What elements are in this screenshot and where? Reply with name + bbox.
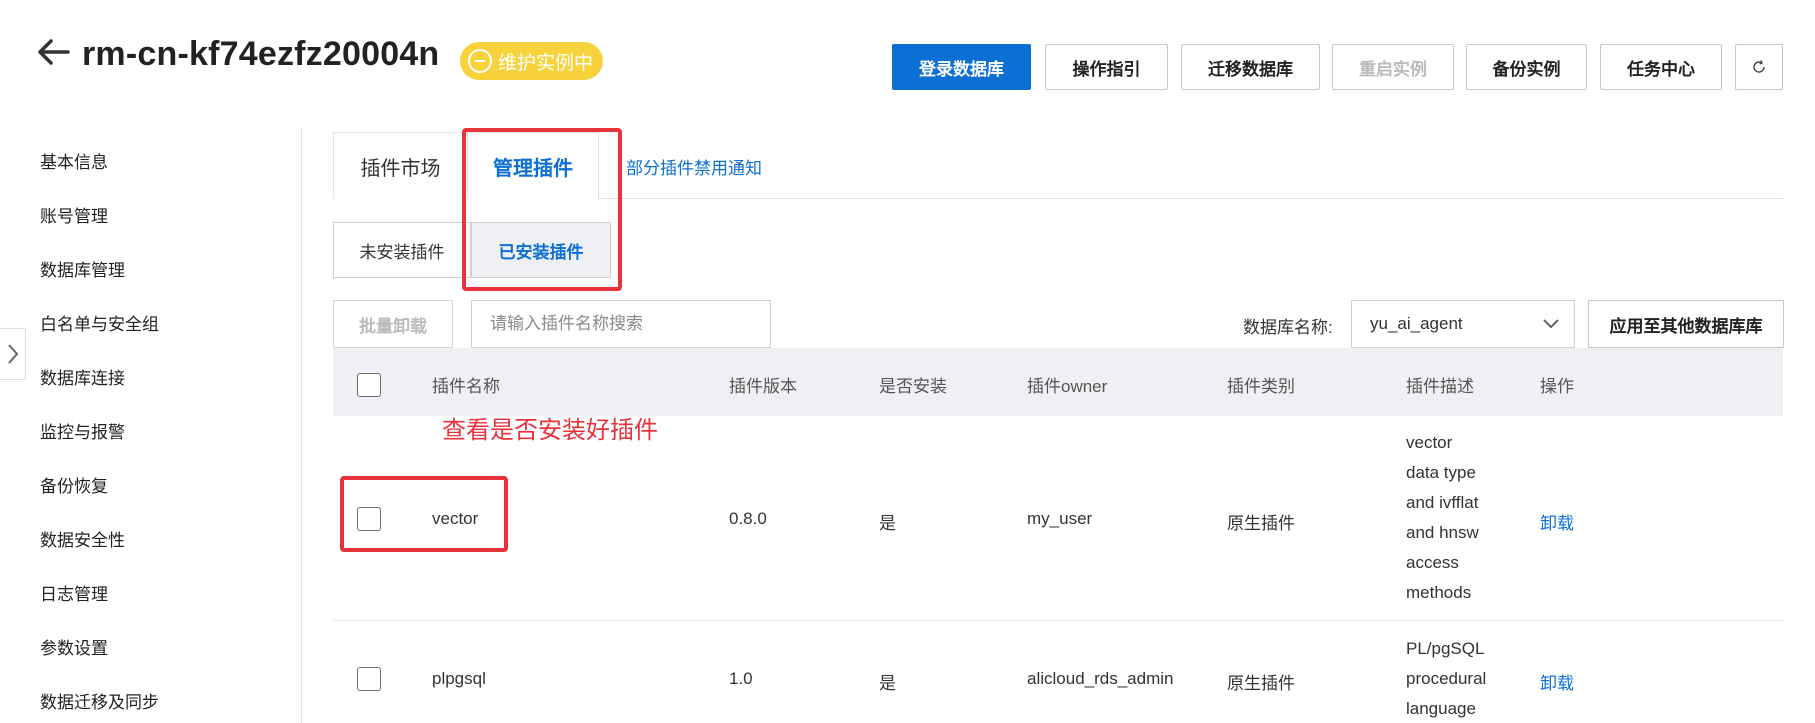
description-cell: vector data type and ivfflat and hnsw ac… (1406, 428, 1506, 608)
refresh-icon (1753, 60, 1765, 73)
migrate-db-button[interactable]: 迁移数据库 (1181, 44, 1320, 90)
db-name-label: 数据库名称: (1243, 318, 1333, 337)
batch-uninstall-button[interactable]: 批量卸载 (333, 300, 453, 348)
uninstall-link[interactable]: 卸载 (1540, 669, 1574, 694)
owner-cell: alicloud_rds_admin (1027, 669, 1174, 688)
sidebar-item-security[interactable]: 数据安全性 (40, 526, 125, 551)
header-installed: 是否安装 (879, 377, 947, 396)
header-category: 插件类别 (1227, 377, 1295, 396)
backup-instance-button[interactable]: 备份实例 (1466, 44, 1587, 90)
sidebar-divider (301, 128, 302, 723)
header-description: 插件描述 (1406, 377, 1474, 396)
minus-circle-icon (468, 49, 492, 73)
restart-instance-button[interactable]: 重启实例 (1332, 44, 1454, 90)
description-line: data type (1406, 463, 1476, 482)
description-line: PL/pgSQL (1406, 639, 1485, 658)
task-center-button[interactable]: 任务中心 (1600, 44, 1722, 90)
installed-cell: 是 (879, 514, 896, 533)
sidebar-item-connection[interactable]: 数据库连接 (40, 364, 125, 389)
plugin-search-input[interactable] (471, 300, 771, 348)
uninstall-link[interactable]: 卸载 (1540, 509, 1574, 534)
chevron-down-icon (1543, 319, 1559, 329)
subtab-uninstalled[interactable]: 未安装插件 (333, 222, 471, 278)
category-cell: 原生插件 (1227, 514, 1295, 533)
sidebar-item-logs[interactable]: 日志管理 (40, 580, 108, 605)
tab-plugin-market[interactable]: 插件市场 (333, 132, 468, 199)
sidebar-item-databases[interactable]: 数据库管理 (40, 256, 125, 281)
sidebar-item-params[interactable]: 参数设置 (40, 634, 108, 659)
header-action: 操作 (1540, 377, 1574, 396)
back-arrow-icon[interactable] (36, 34, 72, 70)
category-cell: 原生插件 (1227, 674, 1295, 693)
sidebar-item-accounts[interactable]: 账号管理 (40, 202, 108, 227)
installed-cell: 是 (879, 674, 896, 693)
description-line: and hnsw (1406, 523, 1479, 542)
disabled-plugins-notice-link[interactable]: 部分插件禁用通知 (626, 154, 762, 179)
plugin-version-cell: 0.8.0 (729, 509, 767, 528)
owner-cell: my_user (1027, 509, 1093, 528)
sidebar-toggle[interactable] (0, 328, 26, 380)
chevron-right-icon (7, 344, 18, 364)
annotation-text: 查看是否安装好插件 (442, 417, 658, 444)
description-line: access (1406, 553, 1459, 572)
select-all-checkbox[interactable] (357, 373, 381, 397)
description-cell: PL/pgSQL procedural language (1406, 634, 1506, 723)
header-plugin-version: 插件版本 (729, 377, 797, 396)
plugin-name-cell: plpgsql (432, 669, 486, 688)
sidebar-item-monitoring[interactable]: 监控与报警 (40, 418, 125, 443)
guide-button[interactable]: 操作指引 (1045, 44, 1168, 90)
db-select-value: yu_ai_agent (1370, 314, 1463, 333)
annotation-highlight-box (462, 128, 622, 291)
annotation-highlight-box (340, 476, 508, 552)
description-line: and ivfflat (1406, 493, 1479, 512)
refresh-button[interactable] (1735, 44, 1783, 90)
sidebar-item-basic-info[interactable]: 基本信息 (40, 148, 108, 173)
header-plugin-name: 插件名称 (432, 377, 500, 396)
description-line: vector (1406, 433, 1453, 452)
sidebar-item-backup[interactable]: 备份恢复 (40, 472, 108, 497)
status-label: 维护实例中 (498, 52, 594, 74)
header-owner: 插件owner (1027, 377, 1108, 396)
description-line: methods (1406, 583, 1472, 602)
plugin-version-cell: 1.0 (729, 669, 753, 688)
sidebar-item-whitelist[interactable]: 白名单与安全组 (40, 310, 159, 335)
apply-other-db-button[interactable]: 应用至其他数据库库 (1588, 300, 1784, 348)
sidebar-item-migration[interactable]: 数据迁移及同步 (40, 688, 159, 713)
row-divider (333, 620, 1783, 621)
status-badge: 维护实例中 (460, 42, 604, 80)
description-line: procedural (1406, 669, 1487, 688)
row-checkbox-plpgsql[interactable] (357, 667, 381, 691)
description-line: language (1406, 699, 1476, 718)
db-select[interactable]: yu_ai_agent (1351, 300, 1575, 348)
instance-title: rm-cn-kf74ezfz20004n (82, 35, 440, 73)
login-db-button[interactable]: 登录数据库 (892, 44, 1031, 90)
